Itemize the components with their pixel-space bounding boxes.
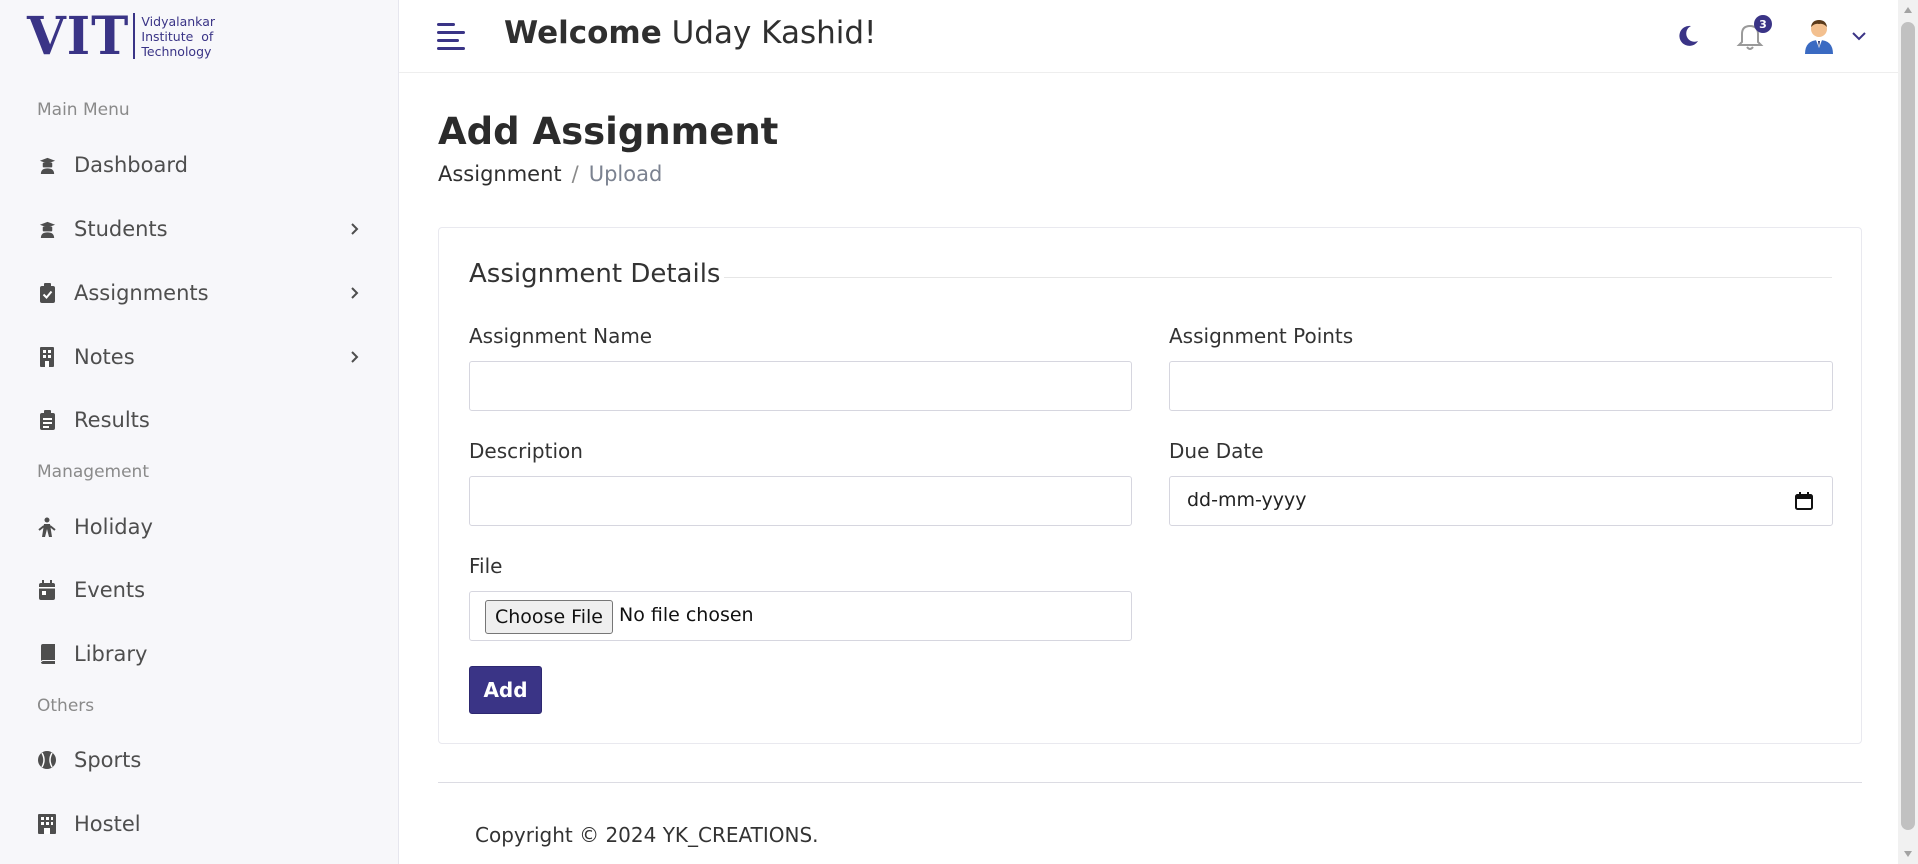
user-avatar[interactable] — [1803, 18, 1835, 54]
sidebar-item-hostel[interactable]: Hostel — [0, 799, 398, 849]
sidebar-item-students[interactable]: Students — [0, 204, 398, 254]
breadcrumb-item-assignment[interactable]: Assignment — [438, 162, 562, 186]
calendar-icon — [37, 580, 57, 600]
notification-count-badge: 3 — [1754, 15, 1772, 33]
menu-toggle-icon[interactable] — [437, 21, 467, 51]
logo-line: Institute of — [141, 28, 214, 44]
book-icon — [37, 644, 57, 664]
breadcrumb-item-upload: Upload — [588, 162, 663, 186]
baseball-icon — [37, 750, 57, 770]
sidebar-item-label: Students — [74, 217, 168, 241]
sidebar-item-label: Notes — [74, 345, 135, 369]
welcome-text: Welcome Uday Kashid! — [504, 15, 876, 51]
sidebar-item-library[interactable]: Library — [0, 629, 398, 679]
description-label: Description — [469, 439, 583, 463]
copyright-text: Copyright © 2024 YK_CREATIONS. — [475, 823, 819, 847]
sidebar-item-label: Assignments — [74, 281, 209, 305]
page-title: Add Assignment — [438, 110, 779, 153]
graduate-icon — [37, 219, 57, 239]
sidebar-item-label: Events — [74, 578, 146, 602]
scroll-up-arrow-icon[interactable] — [1898, 0, 1918, 20]
assignment-name-input[interactable] — [469, 361, 1132, 411]
assignment-name-label: Assignment Name — [469, 324, 653, 348]
welcome-user-name: Uday Kashid! — [661, 15, 877, 51]
sidebar-item-dashboard[interactable]: Dashboard — [0, 140, 398, 190]
sidebar-item-label: Holiday — [74, 515, 153, 539]
sidebar: VIT Vidyalankar Institute of Technology … — [0, 0, 399, 864]
sidebar-item-sports[interactable]: Sports — [0, 735, 398, 785]
sidebar-item-label: Results — [74, 408, 150, 432]
footer-divider — [438, 782, 1862, 783]
holiday-icon — [37, 517, 57, 537]
logo[interactable]: VIT Vidyalankar Institute of Technology — [27, 8, 215, 64]
graduate-icon — [37, 155, 57, 175]
hotel-icon — [37, 814, 57, 834]
file-input[interactable]: Choose File No file chosen — [469, 591, 1132, 641]
section-label-others: Others — [37, 696, 95, 716]
sidebar-item-label: Dashboard — [74, 153, 188, 177]
section-label-main-menu: Main Menu — [37, 100, 130, 120]
breadcrumb-separator: / — [571, 162, 579, 186]
description-input[interactable] — [469, 476, 1132, 526]
clipboard-check-icon — [37, 283, 57, 303]
legend-divider — [724, 277, 1832, 278]
chevron-right-icon — [348, 350, 362, 364]
breadcrumb: Assignment / Upload — [438, 162, 662, 186]
sidebar-item-results[interactable]: Results — [0, 395, 398, 445]
form-legend: Assignment Details — [469, 259, 721, 289]
sidebar-item-notes[interactable]: Notes — [0, 332, 398, 382]
building-icon — [37, 347, 57, 367]
welcome-bold: Welcome — [504, 15, 662, 51]
logo-line: Vidyalankar — [141, 13, 216, 29]
logo-text: Vidyalankar Institute of Technology — [141, 14, 215, 59]
calendar-picker-icon[interactable] — [1794, 491, 1814, 511]
sidebar-item-label: Library — [74, 642, 148, 666]
due-date-placeholder: dd-mm-yyyy — [1187, 489, 1307, 511]
assignment-form-card: Assignment Details Assignment Name Assig… — [438, 227, 1862, 744]
dark-mode-toggle-icon[interactable] — [1675, 23, 1701, 49]
sidebar-item-label: Sports — [74, 748, 142, 772]
clipboard-list-icon — [37, 410, 57, 430]
scroll-down-arrow-icon[interactable] — [1898, 844, 1918, 864]
top-header: Welcome Uday Kashid! 3 — [399, 0, 1898, 73]
sidebar-item-label: Hostel — [74, 812, 141, 836]
chevron-down-icon[interactable] — [1851, 28, 1867, 44]
section-label-management: Management — [37, 462, 149, 482]
vertical-scrollbar[interactable] — [1898, 0, 1918, 864]
add-button[interactable]: Add — [469, 666, 542, 714]
chevron-right-icon — [348, 286, 362, 300]
sidebar-item-events[interactable]: Events — [0, 565, 398, 615]
sidebar-item-assignments[interactable]: Assignments — [0, 268, 398, 318]
assignment-points-input[interactable] — [1169, 361, 1833, 411]
logo-mark: VIT — [27, 4, 130, 67]
logo-divider — [133, 13, 136, 59]
logo-line: Technology — [141, 43, 212, 59]
file-status-text: No file chosen — [619, 604, 754, 626]
file-label: File — [469, 554, 503, 578]
choose-file-button[interactable]: Choose File — [485, 600, 613, 634]
scrollbar-thumb[interactable] — [1901, 22, 1915, 830]
sidebar-item-holiday[interactable]: Holiday — [0, 502, 398, 552]
due-date-input[interactable]: dd-mm-yyyy — [1169, 476, 1833, 526]
due-date-label: Due Date — [1169, 439, 1264, 463]
assignment-points-label: Assignment Points — [1169, 324, 1354, 348]
chevron-right-icon — [348, 222, 362, 236]
